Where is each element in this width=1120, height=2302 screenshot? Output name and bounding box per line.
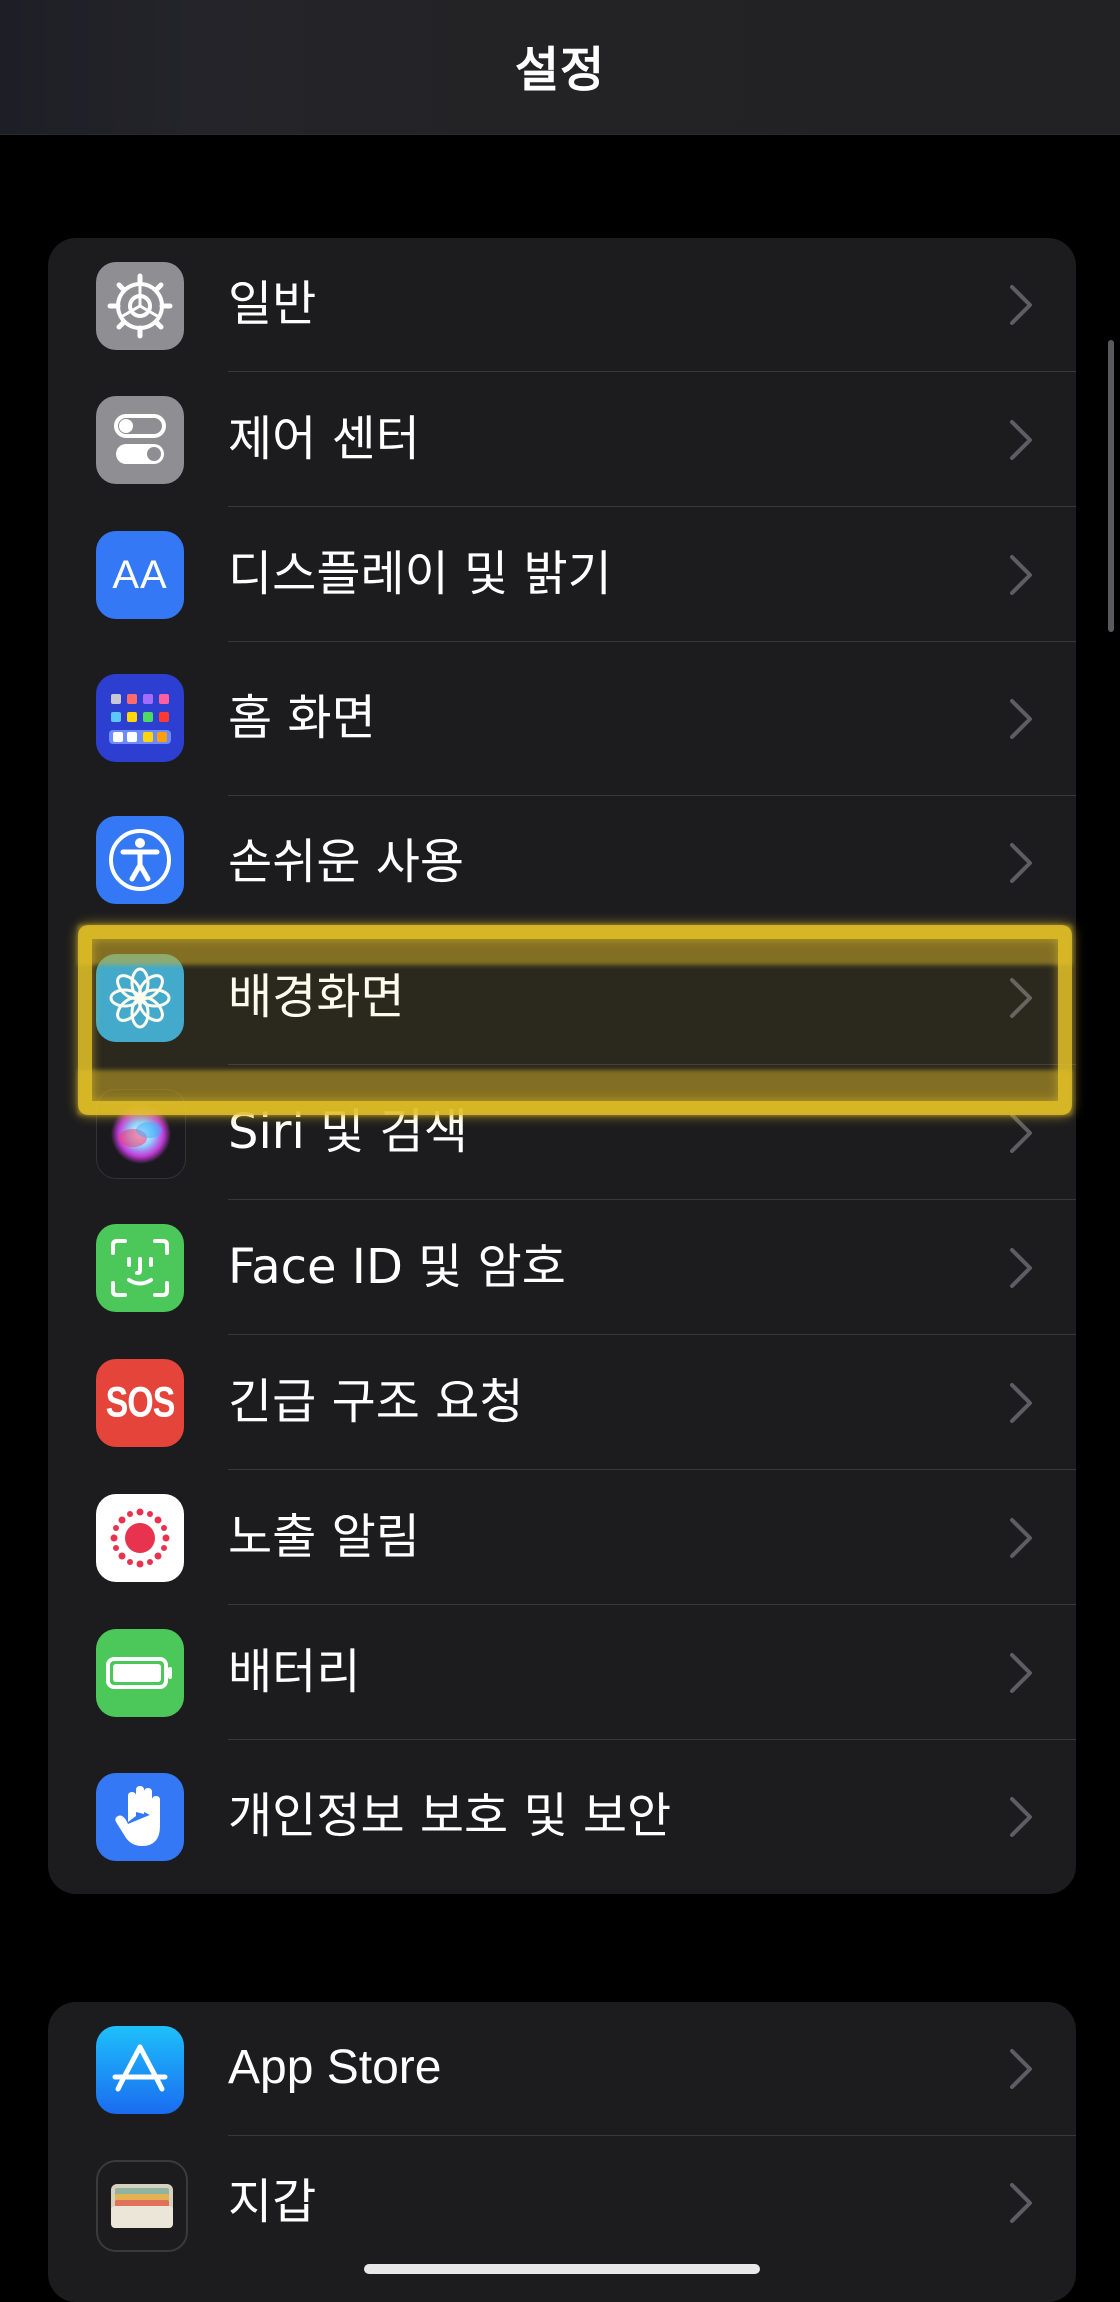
settings-group-apps: App Store 지갑 [48, 2002, 1076, 2302]
sos-icon: SOS [96, 1359, 184, 1447]
home-indicator [364, 2264, 760, 2274]
exposure-icon [96, 1494, 184, 1582]
settings-row-label: 지갑 [228, 2174, 317, 2230]
toggles-icon [96, 396, 184, 484]
highlight-band-top [78, 925, 1072, 965]
chevron-right-icon [1010, 699, 1032, 739]
flower-icon [96, 954, 184, 1042]
chevron-right-icon [1010, 843, 1032, 883]
settings-row-accessibility[interactable]: 손쉬운 사용 [48, 796, 1076, 930]
text-size-icon: AA [96, 531, 184, 619]
settings-row-label: App Store [228, 2041, 442, 2094]
chevron-right-icon [1010, 1113, 1032, 1153]
settings-row-label: 디스플레이 및 밝기 [228, 546, 612, 602]
chevron-right-icon [1010, 1248, 1032, 1288]
settings-row-label: 배경화면 [228, 969, 405, 1025]
chevron-right-icon [1010, 1518, 1032, 1558]
settings-row-control-center[interactable]: 제어 센터 [48, 372, 1076, 507]
chevron-right-icon [1010, 420, 1032, 460]
settings-row-label: 개인정보 보호 및 보안 [228, 1788, 672, 1844]
home-grid-icon [96, 674, 184, 762]
chevron-right-icon [1010, 555, 1032, 595]
settings-row-label: Face ID 및 암호 [228, 1239, 566, 1295]
settings-row-face-id-passcode[interactable]: Face ID 및 암호 [48, 1200, 1076, 1335]
wallet-icon [96, 2160, 188, 2252]
hand-icon [96, 1773, 184, 1861]
settings-row-label: 손쉬운 사용 [228, 834, 465, 890]
settings-row-label: 노출 알림 [228, 1509, 420, 1565]
chevron-right-icon [1010, 1797, 1032, 1837]
highlight-band-bottom [78, 1070, 1072, 1115]
scrollbar[interactable] [1108, 340, 1114, 632]
settings-row-display-brightness[interactable]: AA 디스플레이 및 밝기 [48, 507, 1076, 642]
chevron-right-icon [1010, 285, 1032, 325]
settings-row-label: 일반 [228, 276, 317, 332]
accessibility-icon [96, 816, 184, 904]
settings-row-home-screen[interactable]: 홈 화면 [48, 642, 1076, 796]
settings-row-general[interactable]: 일반 [48, 238, 1076, 372]
settings-row-label: 제어 센터 [228, 411, 420, 467]
settings-row-label: 긴급 구조 요청 [228, 1374, 524, 1430]
chevron-right-icon [1010, 1383, 1032, 1423]
battery-icon [96, 1629, 184, 1717]
face-id-icon [96, 1224, 184, 1312]
chevron-right-icon [1010, 2049, 1032, 2089]
settings-row-emergency-sos[interactable]: SOS 긴급 구조 요청 [48, 1335, 1076, 1470]
text-size-glyph: AA [112, 552, 168, 597]
nav-bar: 설정 [0, 0, 1120, 135]
gear-icon [96, 262, 184, 350]
settings-group-main: 일반 제어 센터 AA 디스플레이 및 밝기 홈 화면 손쉬운 사용 배경화면 … [48, 238, 1076, 1894]
settings-row-wallet[interactable]: 지갑 [48, 2136, 1076, 2270]
settings-row-app-store[interactable]: App Store [48, 2002, 1076, 2136]
app-store-icon [96, 2026, 184, 2114]
chevron-right-icon [1010, 1653, 1032, 1693]
sos-glyph: SOS [105, 1378, 176, 1427]
settings-row-label: 홈 화면 [228, 690, 376, 746]
settings-row-battery[interactable]: 배터리 [48, 1605, 1076, 1740]
settings-row-exposure-notifications[interactable]: 노출 알림 [48, 1470, 1076, 1605]
settings-row-privacy-security[interactable]: 개인정보 보호 및 보안 [48, 1740, 1076, 1894]
settings-row-label: 배터리 [228, 1644, 361, 1700]
page-title: 설정 [514, 42, 606, 98]
chevron-right-icon [1010, 978, 1032, 1018]
chevron-right-icon [1010, 2183, 1032, 2223]
